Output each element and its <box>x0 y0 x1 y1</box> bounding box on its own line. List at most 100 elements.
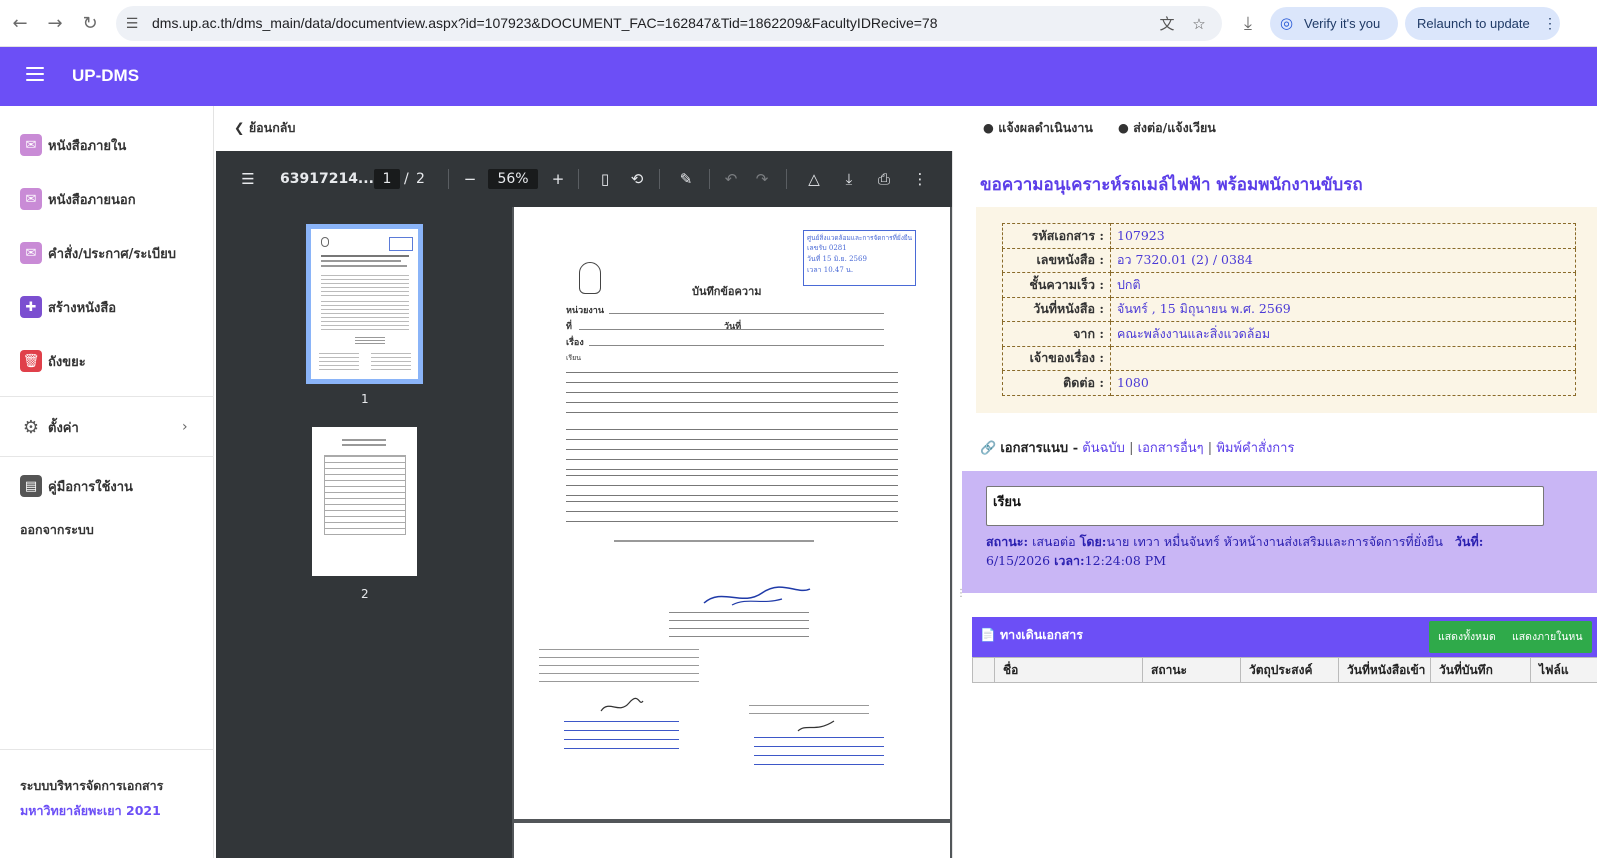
pdf-label: หน่วยงาน <box>566 306 605 316</box>
chevron-right-icon: › <box>182 419 188 435</box>
info-value: จันทร์ , 15 มิถุนายน พ.ศ. 2569 <box>1110 296 1576 322</box>
receive-stamp: ศูนย์สิ่งแวดล้อมและการจัดการที่ยั่งยืน เ… <box>803 230 916 286</box>
brand-title[interactable]: UP-DMS <box>72 66 139 86</box>
forward-notify-link[interactable]: ● ส่งต่อ/แจ้งเวียน <box>1118 118 1216 138</box>
table-mini <box>324 455 406 535</box>
sidebar-item-external-docs[interactable]: ✉ หนังสือภายนอก <box>20 184 136 214</box>
footer-university: มหาวิทยาลัยพะเยา 2021 <box>20 803 161 818</box>
manual-icon: ▤ <box>20 475 42 497</box>
outbox-doc-icon: ✉ <box>20 188 42 210</box>
reload-icon[interactable]: ↻ <box>75 9 105 39</box>
zoom-in-icon[interactable]: + <box>546 167 570 191</box>
text-block <box>371 353 411 373</box>
verify-button[interactable]: ◎ Verify it's you <box>1270 7 1398 40</box>
text-line <box>342 439 386 441</box>
info-value: 1080 <box>1110 370 1576 396</box>
pdf-viewer: ☰ 63917214... 1 / 2 − 56% + ▯ ⟲ ✎ ↶ ↷ △ … <box>216 151 952 858</box>
dotted-line <box>579 329 884 330</box>
pdf-label: ที่ <box>566 322 572 332</box>
logout-link[interactable]: ออกจากระบบ <box>20 520 94 540</box>
translate-icon[interactable]: 文 <box>1156 13 1178 35</box>
info-value: อว 7320.01 (2) / 0384 <box>1110 247 1576 273</box>
redo-icon[interactable]: ↷ <box>750 167 774 191</box>
sidebar-item-internal-docs[interactable]: ✉ หนังสือภายใน <box>20 130 126 160</box>
address-bar[interactable]: ☰ dms.up.ac.th/dms_main/data/documentvie… <box>116 6 1222 41</box>
forward-icon[interactable]: → <box>40 9 70 39</box>
thumbnail-label-1: 1 <box>361 392 369 406</box>
column-header[interactable]: ชื่อ <box>994 657 1143 683</box>
star-icon[interactable]: ☆ <box>1188 13 1210 35</box>
create-doc-icon: ✚ <box>20 296 42 318</box>
attachments-row: 🔗 เอกสารแนบ - ต้นฉบับ | เอกสารอื่นๆ | พิ… <box>980 437 1294 458</box>
text-line <box>321 255 409 257</box>
route-table-header: ชื่อ สถานะ วัตถุประสงค์ วันที่หนังสือเข้… <box>972 657 1597 683</box>
date-value: 6/15/2026 <box>986 553 1051 568</box>
info-key: เจ้าของเรื่อง : <box>1002 345 1111 371</box>
column-header[interactable]: ไฟล์แ <box>1530 657 1597 683</box>
rotate-icon[interactable]: ⟲ <box>625 167 649 191</box>
memo-textarea[interactable]: เรียน <box>986 486 1544 526</box>
undo-icon[interactable]: ↶ <box>719 167 743 191</box>
url-text[interactable]: dms.up.ac.th/dms_main/data/documentview.… <box>152 15 937 31</box>
dotted-line <box>609 313 884 314</box>
column-header[interactable]: วันที่บันทึก <box>1430 657 1531 683</box>
hamburger-menu-icon[interactable] <box>26 67 44 85</box>
drive-add-icon[interactable]: △ <box>802 167 826 191</box>
column-header[interactable]: สถานะ <box>1142 657 1241 683</box>
link-separator: | <box>1207 441 1213 456</box>
toolbar-divider <box>709 169 710 189</box>
column-header[interactable] <box>972 657 995 683</box>
print-icon[interactable]: ⎙ <box>872 167 896 191</box>
toolbar-divider <box>448 169 449 189</box>
report-result-link[interactable]: ● แจ้งผลดำเนินงาน <box>983 118 1093 138</box>
note-block-right-blue <box>754 737 884 771</box>
page-total: 2 <box>416 171 425 187</box>
menu-kebab-icon[interactable]: ⋮ <box>1543 7 1557 40</box>
print-order-link[interactable]: พิมพ์คำสั่งการ <box>1216 441 1294 456</box>
relaunch-button[interactable]: Relaunch to update ⋮ <box>1405 7 1560 40</box>
note-block-left <box>539 649 699 689</box>
file-icon: 📄 <box>980 627 996 642</box>
zoom-level-input[interactable]: 56% <box>488 169 538 189</box>
sidebar-item-settings[interactable]: ⚙ ตั้งค่า › <box>20 412 200 442</box>
thumbnail-page-2[interactable] <box>312 427 417 576</box>
column-header[interactable]: วัตถุประสงค์ <box>1240 657 1339 683</box>
sidebar-item-orders[interactable]: ✉ คำสั่ง/ประกาศ/ระเบียบ <box>20 238 176 268</box>
pdf-filename: 63917214... <box>280 171 374 187</box>
sidebar-item-create-doc[interactable]: ✚ สร้างหนังสือ <box>20 292 116 322</box>
pdf-label: เรียน <box>566 354 582 362</box>
body-paragraph-3 <box>566 475 898 497</box>
sidebar-item-manual[interactable]: ▤ คู่มือการใช้งาน <box>20 471 133 501</box>
body-paragraph-1 <box>566 372 898 414</box>
back-icon[interactable]: ← <box>5 9 35 39</box>
status-line: สถานะ: เสนอต่อ โดย:นาย เทวา หมื่นจันทร์ … <box>986 532 1546 570</box>
route-title-text: ทางเดินเอกสาร <box>999 627 1083 642</box>
toolbar-divider <box>659 169 660 189</box>
back-link[interactable]: ❮ ย้อนกลับ <box>234 118 295 138</box>
document-info-box: รหัสเอกสาร :107923 เลขหนังสือ : อว 7320.0… <box>976 207 1597 413</box>
sidebar-item-trash[interactable]: 🗑 ถังขยะ <box>20 346 86 376</box>
attachment-original-link[interactable]: ต้นฉบับ <box>1082 441 1125 456</box>
status-label: สถานะ: <box>986 534 1029 549</box>
pdf-more-icon[interactable]: ⋮ <box>908 167 932 191</box>
pane-splitter[interactable]: ⋮ <box>952 151 966 858</box>
stamp-text: ศูนย์สิ่งแวดล้อมและการจัดการที่ยั่งยืน <box>807 234 913 242</box>
pdf-download-icon[interactable]: ⤓ <box>837 167 861 191</box>
pdf-menu-icon[interactable]: ☰ <box>236 167 260 191</box>
stamp-text: วันที่ 15 มิ.ย. 2569 <box>807 255 867 263</box>
zoom-out-icon[interactable]: − <box>458 167 482 191</box>
signatory-block <box>669 612 809 640</box>
attachment-other-link[interactable]: เอกสารอื่นๆ <box>1138 441 1204 456</box>
show-inside-button[interactable]: แสดงภายในหน <box>1503 621 1592 653</box>
time-value: 12:24:08 PM <box>1084 553 1166 568</box>
info-key: รหัสเอกสาร : <box>1002 223 1111 249</box>
annotate-icon[interactable]: ✎ <box>674 167 698 191</box>
download-icon[interactable]: ⤓ <box>1233 9 1263 39</box>
site-settings-icon[interactable]: ☰ <box>122 14 142 34</box>
seal-mini-icon <box>321 237 329 247</box>
page-number-input[interactable]: 1 <box>374 169 400 189</box>
thumbnail-page-1[interactable] <box>306 224 423 384</box>
column-header[interactable]: วันที่หนังสือเข้า <box>1338 657 1431 683</box>
fit-page-icon[interactable]: ▯ <box>593 167 617 191</box>
show-all-button[interactable]: แสดงทั้งหมด <box>1429 621 1505 653</box>
